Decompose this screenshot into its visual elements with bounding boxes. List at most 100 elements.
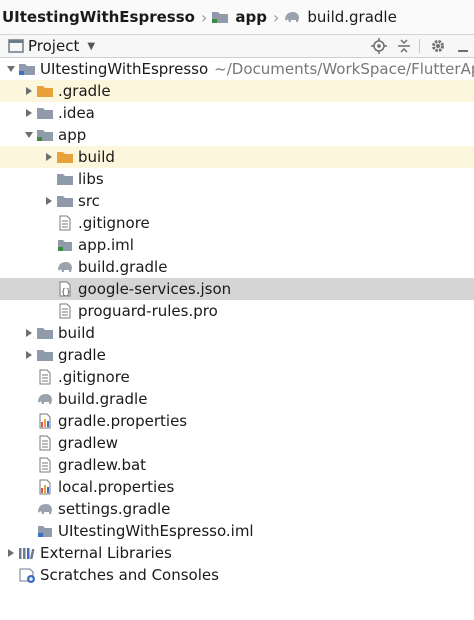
- tree-row-gradle-properties[interactable]: gradle.properties: [0, 410, 474, 432]
- breadcrumb-separator-icon: ›: [200, 7, 208, 27]
- module-folder-icon: [36, 124, 54, 146]
- breadcrumb-item-project[interactable]: UItestingWithEspresso: [0, 8, 197, 26]
- breadcrumb-item-app[interactable]: app: [211, 8, 269, 26]
- gradle-elephant-icon: [36, 498, 54, 520]
- hide-minus-icon[interactable]: [452, 35, 474, 57]
- tree-item-label: UItestingWithEspresso.iml: [58, 522, 254, 540]
- tree-row-google-services-json[interactable]: {} google-services.json: [0, 278, 474, 300]
- tree-row-app-module[interactable]: app: [0, 124, 474, 146]
- text-file-icon: [36, 366, 54, 388]
- tree-item-label: build: [78, 148, 115, 166]
- breadcrumb-item-build-gradle[interactable]: build.gradle: [283, 8, 398, 26]
- tree-row-gradle-dir[interactable]: .gradle: [0, 80, 474, 102]
- tree-row-gradle-wrapper-dir[interactable]: gradle: [0, 344, 474, 366]
- tree-row-app-build-gradle[interactable]: build.gradle: [0, 256, 474, 278]
- tree-row-app-build-dir[interactable]: build: [0, 146, 474, 168]
- tree-item-label: app.iml: [78, 236, 134, 254]
- svg-text:{}: {}: [61, 287, 71, 296]
- tree-row-gradlew-bat[interactable]: gradlew.bat: [0, 454, 474, 476]
- tree-item-label: proguard-rules.pro: [78, 302, 218, 320]
- project-toolwindow-header: Project ▼: [0, 35, 474, 58]
- project-view-title: Project: [28, 37, 80, 55]
- tree-item-label: src: [78, 192, 100, 210]
- folder-icon: [36, 344, 54, 366]
- tree-row-project-root[interactable]: UItestingWithEspresso ~/Documents/WorkSp…: [0, 58, 474, 80]
- orange-folder-icon: [36, 80, 54, 102]
- text-file-icon: [36, 432, 54, 454]
- tree-item-label: local.properties: [58, 478, 175, 496]
- orange-folder-icon: [56, 146, 74, 168]
- tree-item-label: .gitignore: [58, 368, 130, 386]
- tree-row-root-gitignore[interactable]: .gitignore: [0, 366, 474, 388]
- text-file-icon: [56, 212, 74, 234]
- gradle-elephant-icon: [56, 256, 74, 278]
- expand-arrow-right-icon[interactable]: [42, 146, 56, 168]
- expand-arrow-down-icon[interactable]: [22, 124, 36, 146]
- toolwindow-actions: [365, 35, 474, 57]
- tree-row-app-iml[interactable]: app.iml: [0, 234, 474, 256]
- breadcrumb-label: app: [235, 8, 267, 26]
- tree-item-label: build.gradle: [58, 390, 148, 408]
- properties-file-icon: [36, 410, 54, 432]
- tree-row-app-gitignore[interactable]: .gitignore: [0, 212, 474, 234]
- gear-icon[interactable]: [427, 35, 449, 57]
- tree-row-settings-gradle[interactable]: settings.gradle: [0, 498, 474, 520]
- iml-file-icon: [56, 234, 74, 256]
- text-file-icon: [36, 454, 54, 476]
- module-folder-icon: [18, 58, 36, 80]
- project-view-selector[interactable]: Project ▼: [8, 37, 95, 55]
- collapse-all-icon[interactable]: [393, 35, 415, 57]
- tree-item-label: settings.gradle: [58, 500, 171, 518]
- tree-row-project-iml[interactable]: UItestingWithEspresso.iml: [0, 520, 474, 542]
- tree-row-proguard-rules[interactable]: proguard-rules.pro: [0, 300, 474, 322]
- tree-item-label: gradlew.bat: [58, 456, 147, 474]
- tree-row-idea-dir[interactable]: .idea: [0, 102, 474, 124]
- gradle-elephant-icon: [283, 10, 301, 24]
- gradle-elephant-icon: [36, 388, 54, 410]
- chevron-down-icon: ▼: [87, 40, 96, 52]
- tree-item-label: .idea: [58, 104, 95, 122]
- tree-item-label: .gradle: [58, 82, 111, 100]
- tree-item-label: External Libraries: [40, 544, 172, 562]
- tree-row-local-properties[interactable]: local.properties: [0, 476, 474, 498]
- expand-arrow-right-icon[interactable]: [22, 344, 36, 366]
- tree-row-root-build-gradle[interactable]: build.gradle: [0, 388, 474, 410]
- expand-arrow-right-icon[interactable]: [22, 322, 36, 344]
- tree-item-path: ~/Documents/WorkSpace/FlutterAp: [214, 60, 474, 78]
- expand-arrow-right-icon[interactable]: [42, 190, 56, 212]
- tree-item-label: app: [58, 126, 87, 144]
- module-folder-icon: [211, 10, 229, 24]
- expand-arrow-right-icon[interactable]: [22, 102, 36, 124]
- expand-arrow-right-icon[interactable]: [4, 542, 18, 564]
- locate-file-icon[interactable]: [368, 35, 390, 57]
- folder-icon: [56, 168, 74, 190]
- toolbar-divider: [419, 39, 420, 53]
- tree-row-external-libraries[interactable]: External Libraries: [0, 542, 474, 564]
- json-file-icon: {}: [56, 278, 74, 300]
- tree-item-label: gradle.properties: [58, 412, 188, 430]
- tree-item-label: gradle: [58, 346, 106, 364]
- breadcrumb: UItestingWithEspresso › app › build.grad…: [0, 0, 474, 35]
- tree-item-label: gradlew: [58, 434, 119, 452]
- breadcrumb-label: build.gradle: [307, 8, 397, 26]
- tree-row-libs-dir[interactable]: libs: [0, 168, 474, 190]
- tree-row-scratches-consoles[interactable]: Scratches and Consoles: [0, 564, 474, 586]
- expand-arrow-down-icon[interactable]: [4, 58, 18, 80]
- folder-icon: [36, 102, 54, 124]
- folder-icon: [56, 190, 74, 212]
- text-file-icon: [56, 300, 74, 322]
- tree-item-label: build: [58, 324, 95, 342]
- breadcrumb-label: UItestingWithEspresso: [2, 8, 195, 26]
- tree-row-src-dir[interactable]: src: [0, 190, 474, 212]
- tree-item-label: libs: [78, 170, 104, 188]
- breadcrumb-separator-icon: ›: [272, 7, 280, 27]
- tree-item-label: UItestingWithEspresso: [40, 60, 209, 78]
- expand-arrow-right-icon[interactable]: [22, 80, 36, 102]
- tree-item-label: google-services.json: [78, 280, 232, 298]
- tree-row-root-build-dir[interactable]: build: [0, 322, 474, 344]
- project-view-icon: [8, 39, 24, 53]
- tree-row-gradlew[interactable]: gradlew: [0, 432, 474, 454]
- tree-item-label: Scratches and Consoles: [40, 566, 219, 584]
- iml-file-icon: [36, 520, 54, 542]
- tree-item-label: build.gradle: [78, 258, 168, 276]
